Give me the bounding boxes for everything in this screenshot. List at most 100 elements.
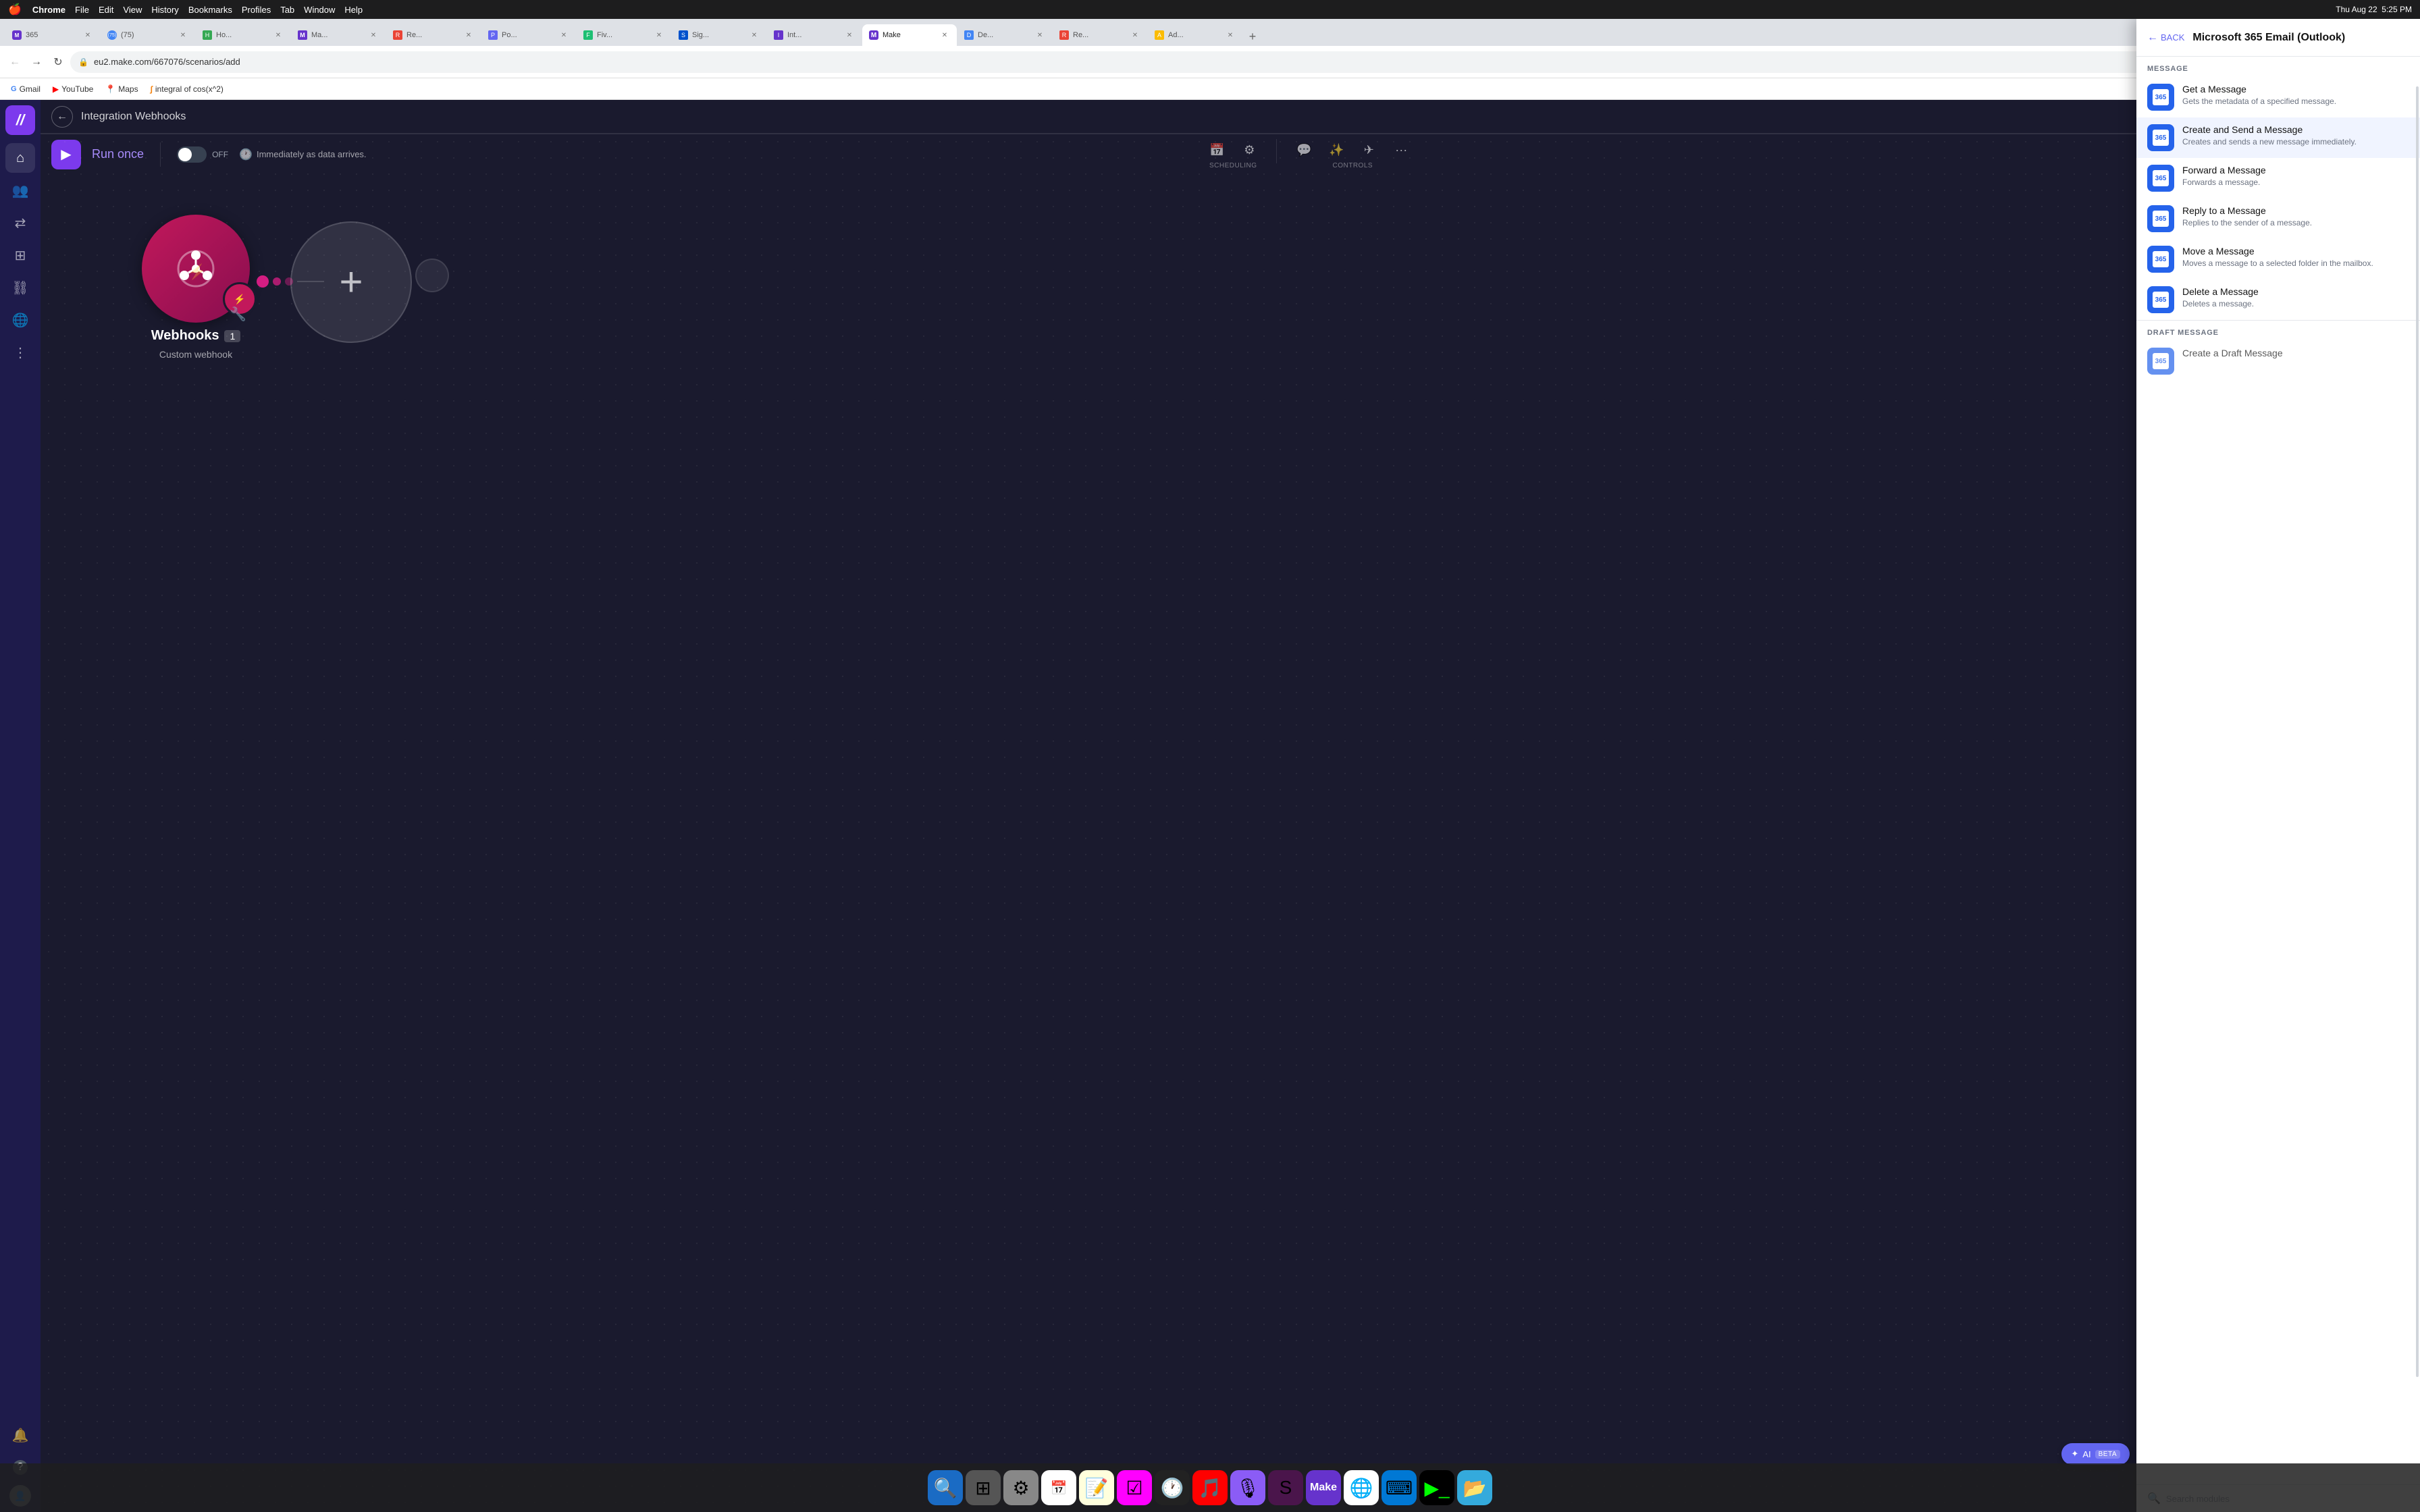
tab-close-365[interactable]: ✕ [82,30,93,40]
webhook-node[interactable]: ⚡ ⚡ Webhooks 1 Custom webhook [142,215,250,360]
module-item-move[interactable]: 365 Move a Message Moves a message to a … [2136,239,2420,279]
bookmark-gmail[interactable]: G Gmail [5,81,46,97]
dock-finder[interactable]: 🔍 [928,1470,963,1505]
tab-ad[interactable]: A Ad... ✕ [1148,24,1242,46]
dock-notes[interactable]: 📝 [1079,1470,1114,1505]
menu-tab[interactable]: Tab [280,5,294,15]
sidebar-item-more[interactable]: ⋮ [5,338,35,367]
forward-button[interactable]: → [27,53,46,72]
menu-help[interactable]: Help [344,5,363,15]
bookmarks-bar: G Gmail ▶ YouTube 📍 Maps ∫ integral of c… [0,78,2420,100]
bookmark-youtube[interactable]: ▶ YouTube [47,81,99,97]
tab-home[interactable]: H Ho... ✕ [196,24,290,46]
dock-launchpad[interactable]: ⊞ [966,1470,1001,1505]
dock-clock[interactable]: 🕐 [1155,1470,1190,1505]
dock-vscode[interactable]: ⌨ [1382,1470,1417,1505]
menu-bookmarks[interactable]: Bookmarks [188,5,232,15]
tab-close-sig[interactable]: ✕ [749,30,760,40]
tab-close-notif[interactable]: ✕ [178,30,188,40]
tab-notif[interactable]: (75) (75) ✕ [101,24,195,46]
scenario-back-button[interactable]: ← [51,106,73,128]
tab-po[interactable]: P Po... ✕ [481,24,576,46]
tab-sig[interactable]: S Sig... ✕ [672,24,766,46]
sidebar-item-connections[interactable]: ⛓ [5,273,35,302]
module-text-create: Create and Send a Message Creates and se… [2182,124,2409,148]
module-name-delete: Delete a Message [2182,286,2409,297]
tab-close-po[interactable]: ✕ [558,30,569,40]
dock-make[interactable]: Make [1306,1470,1341,1505]
tab-close-make2[interactable]: ✕ [368,30,379,40]
module-item-draft[interactable]: 365 Create a Draft Message [2136,341,2420,381]
tab-int[interactable]: I Int... ✕ [767,24,862,46]
dock-podcasts[interactable]: 🎙 [1230,1470,1265,1505]
module-text-get: Get a Message Gets the metadata of a spe… [2182,100,2409,107]
menu-chrome[interactable]: Chrome [32,5,65,15]
module-item-get-message[interactable]: 365 Get a Message Gets the metadata of a… [2136,100,2420,117]
home-icon: ⌂ [16,151,24,166]
module-item-delete[interactable]: 365 Delete a Message Deletes a message. [2136,279,2420,320]
tab-close-make-active[interactable]: ✕ [939,30,950,40]
tab-make-active[interactable]: M Make ✕ [862,24,957,46]
dock-finder2[interactable]: 📂 [1457,1470,1492,1505]
dock-chrome[interactable]: 🌐 [1344,1470,1379,1505]
webhook-node-name: Webhooks [151,328,219,344]
module-desc-move: Moves a message to a selected folder in … [2182,258,2409,269]
refresh-button[interactable]: ↻ [49,53,68,72]
module-item-reply[interactable]: 365 Reply to a Message Replies to the se… [2136,198,2420,239]
gmail-icon: G [11,85,17,93]
url-bar[interactable]: 🔒 eu2.make.com/667076/scenarios/add ☆ ⊕ [70,51,2244,73]
dock-settings[interactable]: ⚙ [1003,1470,1038,1505]
tab-close-int[interactable]: ✕ [844,30,855,40]
new-tab-button[interactable]: + [1243,27,1262,46]
tab-365[interactable]: M 365 ✕ [5,24,100,46]
ai-beta-button[interactable]: ✦ AI BETA [2061,1443,2130,1465]
tab-de[interactable]: D De... ✕ [957,24,1052,46]
toggle-track[interactable] [177,146,207,163]
module-item-create-send[interactable]: 365 Create and Send a Message Creates an… [2136,117,2420,158]
tab-fiv[interactable]: F Fiv... ✕ [577,24,671,46]
tab-close-ad[interactable]: ✕ [1225,30,1236,40]
scroll-indicator [2416,100,2419,1377]
menu-view[interactable]: View [123,5,142,15]
panel-content[interactable]: MESSAGE 365 Get a Message Gets the metad… [2136,100,2420,1484]
tab-re[interactable]: R Re... ✕ [386,24,481,46]
module-name-forward: Forward a Message [2182,165,2409,176]
wrench-icon: 🔧 [230,306,246,323]
sidebar-item-notifications[interactable]: 🔔 [5,1420,35,1450]
menu-edit[interactable]: Edit [99,5,113,15]
tab-close-fiv[interactable]: ✕ [654,30,664,40]
sidebar-item-home[interactable]: ⌂ [5,143,35,173]
bookmark-maps[interactable]: 📍 Maps [100,81,143,97]
tab-close-re[interactable]: ✕ [463,30,474,40]
bookmark-integral[interactable]: ∫ integral of cos(x^2) [145,81,229,97]
module-text-forward: Forward a Message Forwards a message. [2182,165,2409,188]
tab-close-home[interactable]: ✕ [273,30,284,40]
sidebar: // ⌂ 👥 ⇄ ⊞ ⛓ 🌐 ⋮ [0,100,41,1512]
tab-make2[interactable]: M Ma... ✕ [291,24,386,46]
menu-file[interactable]: File [75,5,89,15]
menu-history[interactable]: History [151,5,178,15]
menu-profiles[interactable]: Profiles [242,5,271,15]
module-icon-draft: 365 [2147,348,2174,375]
dock-slack[interactable]: S [1268,1470,1303,1505]
tab-close-de[interactable]: ✕ [1034,30,1045,40]
back-button[interactable]: ← [5,53,24,72]
module-name-create: Create and Send a Message [2182,124,2409,135]
sidebar-item-team[interactable]: 👥 [5,176,35,205]
dock-reminders[interactable]: ☑ [1117,1470,1152,1505]
sidebar-item-templates[interactable]: ⊞ [5,240,35,270]
toggle-thumb [178,148,192,161]
tab-close-re2[interactable]: ✕ [1130,30,1140,40]
apple-menu[interactable]: 🍎 [8,3,22,16]
plus-node[interactable]: + [290,221,412,343]
canvas-area[interactable]: ⚡ ⚡ Webhooks 1 Custom webhook [41,134,2420,1512]
menu-window[interactable]: Window [304,5,335,15]
module-item-forward[interactable]: 365 Forward a Message Forwards a message… [2136,158,2420,198]
dock-terminal[interactable]: ▶_ [1419,1470,1454,1505]
sidebar-item-scenarios[interactable]: ⇄ [5,208,35,238]
sidebar-item-globe[interactable]: 🌐 [5,305,35,335]
dock-calendar[interactable]: 📅 [1041,1470,1076,1505]
dock-music[interactable]: 🎵 [1192,1470,1228,1505]
make-logo[interactable]: // [5,105,35,135]
tab-re2[interactable]: R Re... ✕ [1053,24,1147,46]
